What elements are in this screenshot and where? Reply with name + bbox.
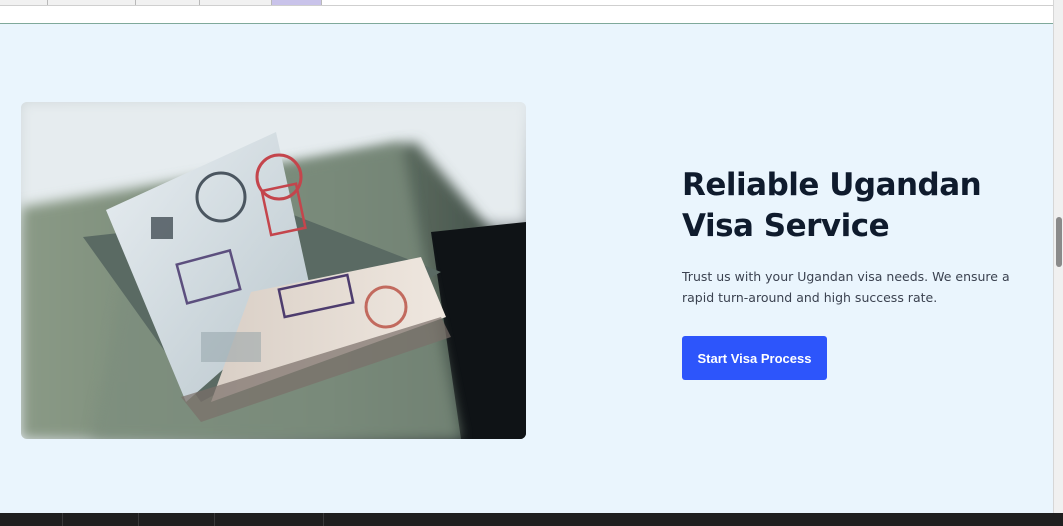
scrollbar-thumb[interactable]: [1056, 217, 1062, 267]
taskbar: [0, 513, 1063, 526]
taskbar-item[interactable]: [138, 513, 214, 526]
passport-image: [21, 102, 526, 439]
hero-text-block: Reliable Ugandan Visa Service Trust us w…: [682, 165, 1042, 308]
hero-title: Reliable Ugandan Visa Service: [682, 167, 982, 244]
page-scrollbar[interactable]: [1053, 0, 1063, 513]
taskbar-item[interactable]: [323, 513, 324, 526]
hero-description: Trust us with your Ugandan visa needs. W…: [682, 269, 1010, 305]
passport-photo: [21, 102, 526, 439]
taskbar-item[interactable]: [214, 513, 323, 526]
page-top-band: [0, 6, 1053, 23]
start-visa-process-button[interactable]: Start Visa Process: [682, 336, 827, 380]
taskbar-item[interactable]: [62, 513, 138, 526]
hero-section: Reliable Ugandan Visa Service Trust us w…: [0, 24, 1053, 513]
